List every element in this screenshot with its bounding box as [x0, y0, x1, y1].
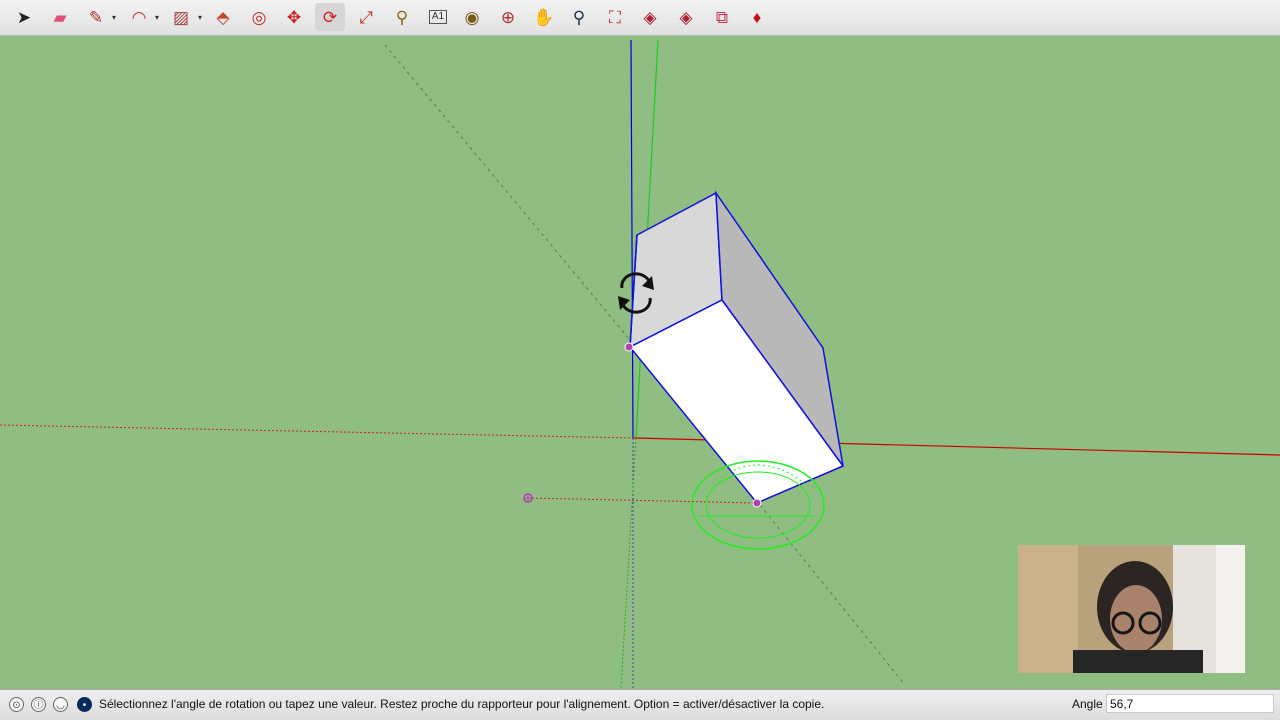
extension-warehouse-tool-button[interactable]: ◈: [671, 3, 701, 31]
vertex-point: [624, 342, 634, 352]
scale-tool-icon: ⤢: [359, 7, 373, 27]
dropdown-caret-icon[interactable]: ▾: [198, 13, 202, 22]
box-model[interactable]: [628, 190, 845, 504]
rotate-tool-button[interactable]: ⟳: [315, 3, 345, 31]
red-axis-dashed: [0, 424, 635, 439]
green-axis-dashed: [620, 437, 637, 688]
extension-warehouse-tool-icon: ◈: [679, 7, 693, 27]
zoom-extents-tool-button[interactable]: ⛶: [600, 3, 630, 31]
webcam-overlay: [1018, 545, 1245, 673]
blue-axis: [630, 39, 634, 439]
orbit-tool-button[interactable]: ⊕: [493, 3, 523, 31]
move-tool-icon: ✥: [286, 7, 302, 27]
orbit-tool-icon: ⊕: [500, 7, 516, 27]
status-message: Sélectionnez l'angle de rotation ou tape…: [99, 697, 825, 711]
webcam-image: [1018, 545, 1245, 673]
offset-tool-icon: ◎: [251, 7, 267, 27]
rotate-tool-icon: ⟳: [322, 7, 338, 27]
main-toolbar: ➤ ▰ ✎ ▾ ◠ ▾ ▨ ▾ ⬘ ◎ ✥ ⟳ ⤢ ⚲ A1 ◉ ⊕ ✋ ⚲ ⛶ ◈ ◈ ⧉ ♦: [0, 0, 1280, 36]
line-tool-icon: ✎: [88, 7, 104, 27]
text-tool-button[interactable]: A1: [423, 3, 453, 31]
zoom-tool-button[interactable]: ⚲: [564, 3, 594, 31]
ruby-console-tool-button[interactable]: ♦: [742, 3, 772, 31]
rectangle-tool-button[interactable]: ▨: [166, 3, 196, 31]
zoom-tool-icon: ⚲: [572, 7, 586, 27]
tape-measure-tool-button[interactable]: ⚲: [387, 3, 417, 31]
move-tool-button[interactable]: ✥: [279, 3, 309, 31]
push-pull-tool-icon: ⬘: [216, 7, 230, 27]
inference-line: [527, 497, 758, 504]
text-tool-icon: A1: [428, 10, 448, 24]
rotation-center-point: [752, 498, 762, 508]
credits-icon[interactable]: ⓘ: [31, 697, 46, 712]
user-account-icon[interactable]: ◡: [53, 697, 68, 712]
measurement-label: Angle: [1072, 697, 1103, 711]
scale-tool-button[interactable]: ⤢: [351, 3, 381, 31]
select-tool-icon: ➤: [16, 7, 32, 27]
dropdown-caret-icon[interactable]: ▾: [155, 13, 159, 22]
select-tool-button[interactable]: ➤: [9, 3, 39, 31]
measurement-input[interactable]: 56,7: [1106, 694, 1274, 713]
pan-tool-icon: ✋: [533, 7, 555, 27]
arc-tool-button[interactable]: ◠: [124, 3, 154, 31]
instructor-icon[interactable]: •: [77, 697, 92, 712]
tape-measure-tool-icon: ⚲: [395, 7, 409, 27]
rectangle-tool-icon: ▨: [172, 7, 190, 27]
inference-guide-diagonal-lower: [759, 504, 906, 686]
arc-tool-icon: ◠: [131, 7, 147, 27]
warehouse-tool-icon: ◈: [643, 7, 657, 27]
zoom-extents-tool-icon: ⛶: [609, 7, 621, 27]
send-to-layout-tool-button[interactable]: ⧉: [707, 3, 737, 31]
push-pull-tool-button[interactable]: ⬘: [208, 3, 238, 31]
paint-bucket-tool-button[interactable]: ◉: [457, 3, 487, 31]
eraser-tool-button[interactable]: ▰: [45, 3, 75, 31]
ruby-console-tool-icon: ♦: [752, 7, 762, 27]
dropdown-caret-icon[interactable]: ▾: [112, 13, 116, 22]
status-bar: ⊙ ⓘ ◡ • Sélectionnez l'angle de rotation…: [0, 689, 1280, 720]
send-to-layout-tool-icon: ⧉: [715, 7, 729, 27]
paint-bucket-tool-icon: ◉: [464, 7, 480, 27]
eraser-tool-icon: ▰: [53, 7, 67, 27]
warehouse-tool-button[interactable]: ◈: [635, 3, 665, 31]
inference-guide-diagonal: [384, 44, 631, 341]
pan-tool-button[interactable]: ✋: [529, 3, 559, 31]
offset-tool-button[interactable]: ◎: [244, 3, 274, 31]
geo-location-icon[interactable]: ⊙: [9, 697, 24, 712]
line-tool-button[interactable]: ✎: [81, 3, 111, 31]
